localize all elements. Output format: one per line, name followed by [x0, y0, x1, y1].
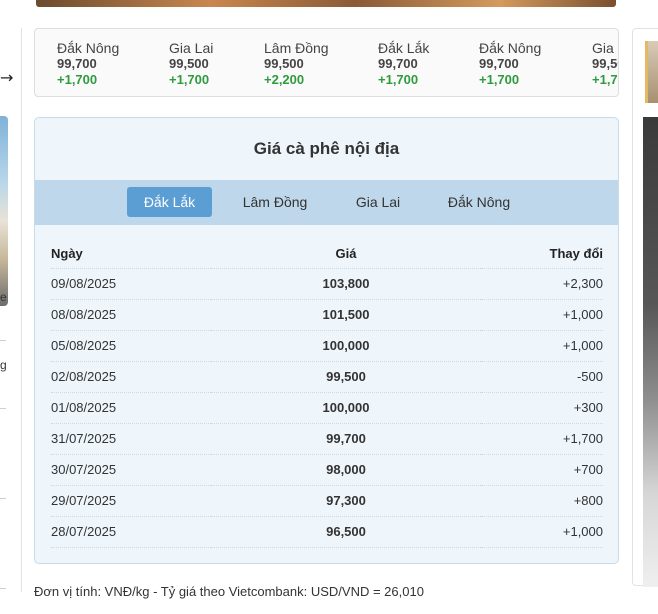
ticker-item[interactable]: Lâm Đồng 99,500 +2,200: [264, 40, 329, 88]
row-change: -500: [481, 361, 603, 393]
row-change: +1,000: [481, 516, 603, 548]
row-change: +2,300: [481, 268, 603, 300]
divider: [0, 340, 6, 341]
row-date: 02/08/2025: [51, 361, 211, 393]
table-row: 08/08/2025 101,500 +1,000: [51, 299, 603, 331]
price-table-body: 09/08/2025 103,800 +2,300 08/08/2025 101,500…: [51, 268, 603, 548]
table-row: 31/07/2025 99,700 +1,700: [51, 423, 603, 455]
sidebar-text-fragment: e: [0, 290, 7, 304]
ticker-price: 99,700: [378, 56, 418, 71]
ticker-region: Gia Lai: [169, 40, 214, 56]
unit-footnote: Đơn vị tính: VNĐ/kg - Tỷ giá theo Vietco…: [34, 584, 424, 599]
ticker-price: 99,500: [264, 56, 304, 71]
ticker-change: +2,200: [264, 72, 305, 87]
row-change: +300: [481, 392, 603, 424]
sidebar-text-fragment: g: [0, 358, 7, 372]
domestic-coffee-price-card: Giá cà phê nội địa Đắk Lắk Lâm Đồng Gia …: [34, 117, 619, 564]
ticker-region: Đắk Nông: [57, 40, 120, 56]
sidebar-image[interactable]: [643, 117, 658, 587]
row-change: +1,700: [481, 423, 603, 455]
row-date: 31/07/2025: [51, 423, 211, 455]
left-sidebar-fragment: → e g: [0, 28, 22, 592]
row-change: +800: [481, 485, 603, 517]
row-date: 29/07/2025: [51, 485, 211, 517]
table-row: 05/08/2025 100,000 +1,000: [51, 330, 603, 362]
row-price: 100,000: [211, 392, 481, 424]
table-row: 02/08/2025 99,500 -500: [51, 361, 603, 393]
row-date: 01/08/2025: [51, 392, 211, 424]
row-change: +700: [481, 454, 603, 486]
row-price: 101,500: [211, 299, 481, 331]
row-date: 09/08/2025: [51, 268, 211, 300]
ticker-region: Lâm Đồng: [264, 40, 329, 56]
divider: [0, 588, 6, 589]
sidebar-thumbnail[interactable]: [0, 116, 8, 306]
card-title: Giá cà phê nội địa: [253, 139, 400, 158]
ticker-region: Gia Lai: [592, 40, 618, 56]
arrow-right-icon[interactable]: →: [0, 68, 13, 87]
ticker-item[interactable]: Gia Lai 99,500 +1,700: [169, 40, 213, 88]
row-date: 05/08/2025: [51, 330, 211, 362]
ticker-price: 99,500: [169, 56, 209, 71]
column-header-change: Thay đổi: [481, 240, 603, 269]
sidebar-thumbnail[interactable]: [645, 41, 658, 103]
row-price: 100,000: [211, 330, 481, 362]
top-banner-image[interactable]: [36, 0, 616, 7]
tab-dak-nong[interactable]: Đắk Nông: [435, 187, 523, 217]
ticker-change: +1,700: [378, 72, 419, 87]
ticker-item[interactable]: Đắk Nông 99,700 +1,700: [57, 40, 119, 88]
divider: [0, 498, 6, 499]
row-change: +1,000: [481, 299, 603, 331]
table-header-row: Ngày Giá Thay đổi: [51, 240, 603, 269]
table-row: 28/07/2025 96,500 +1,000: [51, 516, 603, 548]
row-price: 99,500: [211, 361, 481, 393]
ticker-item[interactable]: Đắk Nông 99,700 +1,700: [479, 40, 541, 88]
ticker-price: 99,500: [592, 56, 618, 71]
ticker-change: +1,700: [57, 72, 98, 87]
row-price: 98,000: [211, 454, 481, 486]
tab-gia-lai[interactable]: Gia Lai: [339, 187, 417, 217]
table-row: 29/07/2025 97,300 +800: [51, 485, 603, 517]
row-price: 99,700: [211, 423, 481, 455]
column-header-date: Ngày: [51, 240, 211, 269]
tab-dak-lak[interactable]: Đắk Lắk: [127, 187, 212, 217]
price-table: Ngày Giá Thay đổi 09/08/2025 103,800 +2,30…: [51, 240, 603, 548]
ticker-region: Đắk Lắk: [378, 40, 430, 56]
row-price: 103,800: [211, 268, 481, 300]
ticker-change: +1,700: [169, 72, 210, 87]
column-header-price: Giá: [211, 240, 481, 269]
ticker-item[interactable]: Đắk Lắk 99,700 +1,700: [378, 40, 429, 88]
row-price: 96,500: [211, 516, 481, 548]
price-ticker: Đắk Nông 99,700 +1,700 Gia Lai 99,500 +1…: [34, 28, 619, 97]
region-tabs: Đắk Lắk Lâm Đồng Gia Lai Đắk Nông: [35, 180, 618, 225]
ticker-item[interactable]: Gia Lai 99,500 +1,700: [592, 40, 618, 88]
table-row: 01/08/2025 100,000 +300: [51, 392, 603, 424]
ticker-region: Đắk Nông: [479, 40, 542, 56]
table-row: 09/08/2025 103,800 +2,300: [51, 268, 603, 300]
tab-lam-dong[interactable]: Lâm Đồng: [229, 187, 321, 217]
table-row: 30/07/2025 98,000 +700: [51, 454, 603, 486]
ticker-change: +1,700: [592, 72, 618, 87]
row-change: +1,000: [481, 330, 603, 362]
row-price: 97,300: [211, 485, 481, 517]
ticker-price: 99,700: [479, 56, 519, 71]
divider: [0, 408, 6, 409]
ticker-change: +1,700: [479, 72, 520, 87]
right-sidebar-fragment: [632, 28, 658, 587]
row-date: 08/08/2025: [51, 299, 211, 331]
row-date: 30/07/2025: [51, 454, 211, 486]
ticker-price: 99,700: [57, 56, 97, 71]
row-date: 28/07/2025: [51, 516, 211, 548]
